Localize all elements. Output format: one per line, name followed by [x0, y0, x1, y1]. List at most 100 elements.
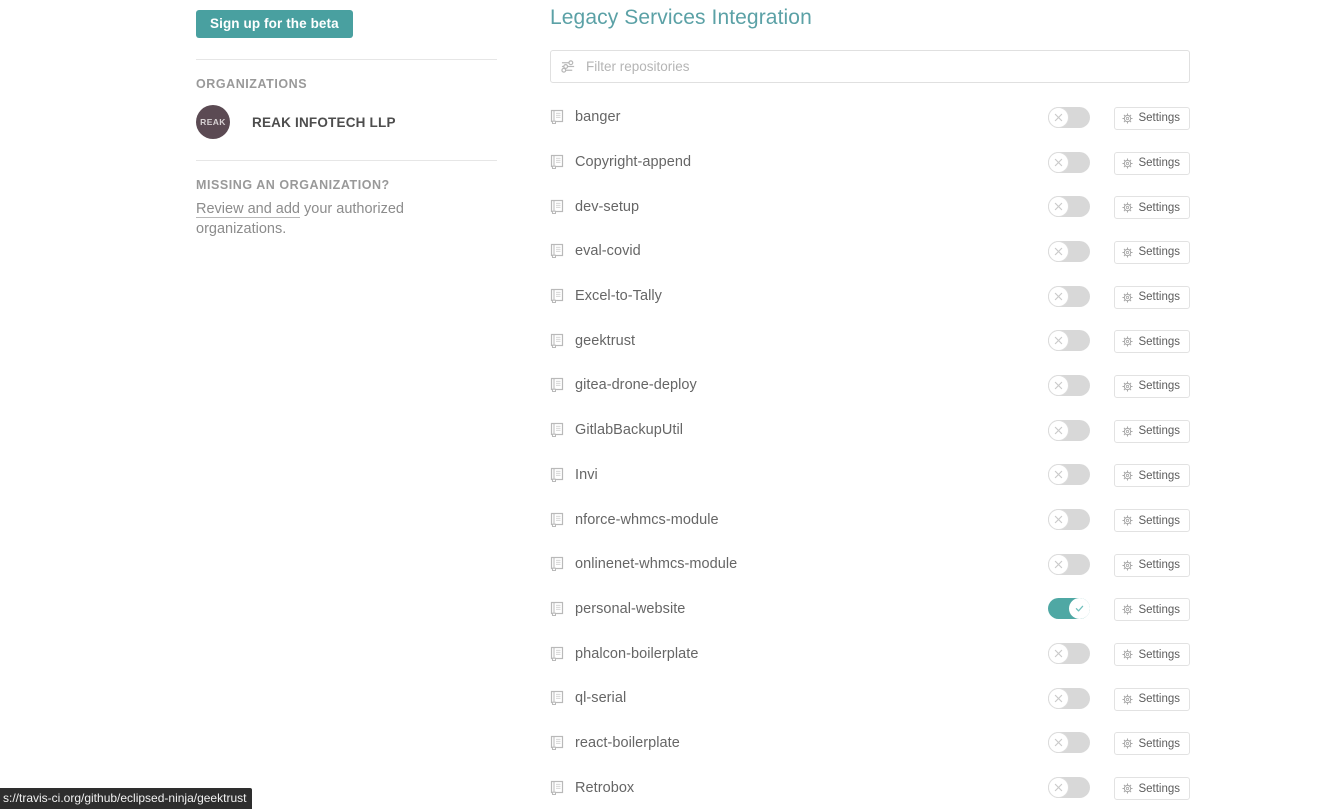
repository-settings-button[interactable]: Settings — [1114, 598, 1190, 622]
repository-icon — [550, 423, 564, 438]
cross-icon — [1055, 292, 1063, 300]
search-input[interactable] — [584, 58, 1179, 75]
repository-enable-toggle[interactable] — [1048, 330, 1091, 352]
repository-settings-button[interactable]: Settings — [1114, 330, 1190, 354]
repository-row: nforce-whmcs-module Settings — [550, 497, 1190, 542]
repository-icon — [550, 780, 564, 795]
settings-button-label: Settings — [1138, 246, 1180, 259]
repository-enable-toggle[interactable] — [1048, 151, 1091, 173]
settings-button-label: Settings — [1138, 782, 1180, 795]
gear-icon — [1122, 783, 1134, 794]
repository-row: dev-setup Settings — [550, 184, 1190, 229]
cross-icon — [1055, 783, 1063, 792]
settings-button-label: Settings — [1138, 603, 1180, 616]
repository-settings-button[interactable]: Settings — [1114, 196, 1190, 220]
repository-enable-toggle[interactable] — [1048, 196, 1091, 218]
signup-beta-button[interactable]: Sign up for the beta — [196, 10, 353, 38]
repository-settings-button[interactable]: Settings — [1114, 464, 1190, 488]
repository-icon — [550, 110, 564, 125]
repository-settings-button[interactable]: Settings — [1114, 240, 1190, 264]
gear-icon — [1122, 381, 1134, 392]
repository-row: react-boilerplate Settings — [550, 721, 1190, 766]
toggle-knob — [1048, 196, 1070, 218]
repository-enable-toggle[interactable] — [1048, 464, 1091, 486]
gear-icon — [1122, 202, 1134, 213]
toggle-knob — [1048, 330, 1070, 352]
repository-settings-button[interactable]: Settings — [1114, 687, 1190, 711]
repository-settings-button[interactable]: Settings — [1114, 777, 1190, 801]
toggle-knob — [1048, 464, 1070, 486]
gear-icon — [1122, 649, 1134, 660]
repository-settings-button[interactable]: Settings — [1114, 374, 1190, 398]
repository-settings-button[interactable]: Settings — [1114, 643, 1190, 667]
repository-icon — [550, 646, 564, 661]
gear-icon — [1122, 515, 1134, 526]
gear-icon — [1122, 694, 1134, 705]
cross-icon — [1055, 515, 1063, 524]
cross-icon — [1055, 739, 1063, 747]
repository-name: geektrust — [575, 332, 636, 349]
repository-enable-toggle[interactable] — [1048, 687, 1091, 709]
settings-button-label: Settings — [1138, 514, 1180, 527]
review-and-add-link[interactable]: Review and add — [196, 201, 300, 218]
repository-settings-button[interactable]: Settings — [1114, 732, 1190, 756]
repository-row: ql-serial Settings — [550, 676, 1190, 721]
repository-enable-toggle[interactable] — [1048, 732, 1091, 754]
toggle-knob — [1048, 419, 1070, 441]
page-title: Legacy Services Integration — [550, 6, 812, 29]
cross-icon — [1055, 426, 1063, 434]
organization-item[interactable]: REAK REAK INFOTECH LLP — [196, 105, 498, 139]
organization-name: REAK INFOTECH LLP — [252, 114, 396, 130]
gear-icon — [1122, 336, 1134, 347]
repository-settings-button[interactable]: Settings — [1114, 509, 1190, 533]
toggle-knob — [1048, 777, 1070, 799]
repository-row: eval-covid Settings — [550, 229, 1190, 274]
repository-row: gitea-drone-deploy Settings — [550, 363, 1190, 408]
repository-enable-toggle[interactable] — [1048, 643, 1091, 665]
repository-enable-toggle[interactable] — [1048, 285, 1091, 307]
repository-icon — [550, 378, 564, 393]
repository-enable-toggle[interactable] — [1048, 777, 1091, 799]
repository-name: personal-website — [575, 600, 686, 617]
repository-settings-button[interactable]: Settings — [1114, 419, 1190, 443]
repository-row: Copyright-append Settings — [550, 140, 1190, 185]
repository-enable-toggle[interactable] — [1048, 419, 1091, 441]
repository-enable-toggle[interactable] — [1048, 553, 1091, 575]
repository-name: Copyright-append — [575, 154, 692, 171]
cross-icon — [1055, 337, 1063, 345]
toggle-knob — [1048, 553, 1070, 575]
repository-name: Excel-to-Tally — [575, 288, 662, 305]
repository-settings-button[interactable]: Settings — [1114, 106, 1190, 130]
settings-button-label: Settings — [1138, 737, 1180, 750]
organization-avatar: REAK — [196, 105, 230, 139]
toggle-knob — [1048, 374, 1070, 396]
settings-button-label: Settings — [1138, 201, 1180, 214]
gear-icon — [1122, 604, 1134, 616]
sidebar-divider-top — [196, 59, 497, 60]
repository-name: ql-serial — [575, 690, 627, 707]
repository-enable-toggle[interactable] — [1048, 240, 1091, 262]
toggle-knob — [1048, 732, 1070, 754]
toggle-knob — [1069, 598, 1091, 620]
repository-enable-toggle[interactable] — [1048, 509, 1091, 531]
repository-row: Excel-to-Tally Settings — [550, 274, 1190, 319]
cross-icon — [1055, 203, 1063, 211]
cross-icon — [1055, 381, 1063, 390]
repository-row: GitlabBackupUtil Settings — [550, 408, 1190, 453]
repository-enable-toggle[interactable] — [1048, 106, 1091, 128]
repository-row: geektrust Settings — [550, 318, 1190, 363]
filter-repositories-field[interactable] — [550, 50, 1190, 83]
toggle-knob — [1048, 151, 1070, 173]
repository-icon — [550, 288, 564, 304]
repository-icon — [550, 199, 564, 214]
repository-enable-toggle[interactable] — [1048, 598, 1091, 620]
cross-icon — [1055, 471, 1063, 479]
repository-enable-toggle[interactable] — [1048, 374, 1091, 396]
repository-settings-button[interactable]: Settings — [1114, 151, 1190, 175]
repository-settings-button[interactable]: Settings — [1114, 553, 1190, 577]
repository-settings-button[interactable]: Settings — [1114, 285, 1190, 309]
missing-organization-heading: MISSING AN ORGANIZATION? — [196, 178, 390, 192]
toggle-knob — [1048, 106, 1070, 128]
gear-icon — [1122, 113, 1134, 124]
toggle-knob — [1048, 687, 1070, 709]
